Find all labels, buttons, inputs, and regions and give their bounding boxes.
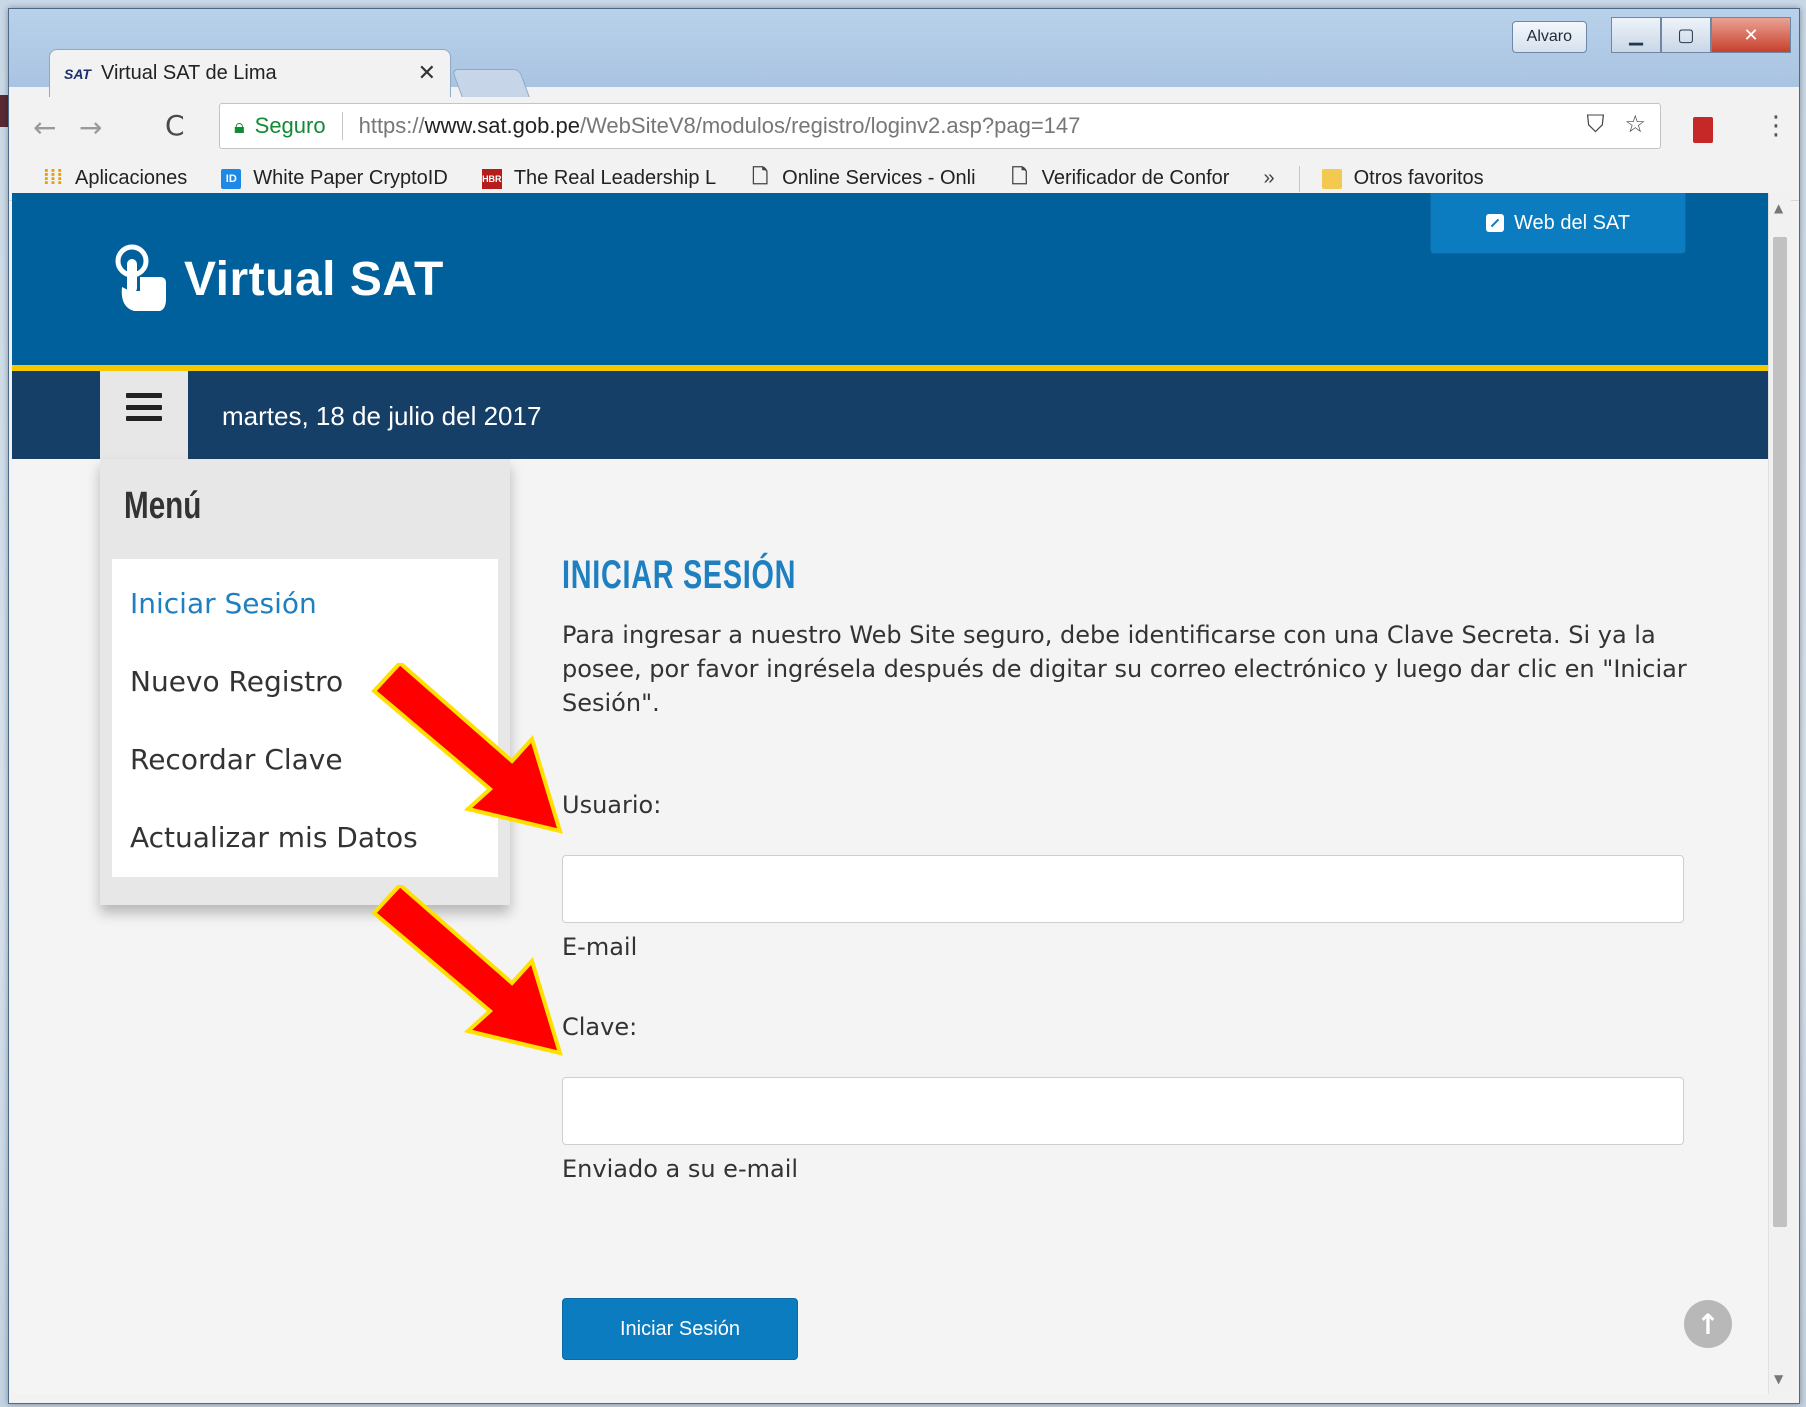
extension-icon[interactable]	[1693, 117, 1713, 143]
menu-item-recordar-clave[interactable]: Recordar Clave	[130, 743, 343, 776]
site-logo[interactable]: Virtual SAT	[112, 243, 444, 315]
browser-menu-icon[interactable]: ⋮	[1763, 111, 1789, 141]
address-separator	[341, 112, 343, 140]
url-scheme: https://	[358, 113, 425, 138]
bookmark-verificador[interactable]: 🗋︎ Verificador de Confor	[1010, 165, 1230, 190]
user-email-input[interactable]	[562, 855, 1684, 923]
close-tab-icon[interactable]: ✕	[418, 61, 436, 86]
site-title: Virtual SAT	[184, 252, 444, 306]
folder-icon	[1321, 168, 1342, 189]
bookmark-label: White Paper CryptoID	[253, 167, 448, 189]
menu-item-nuevo-registro[interactable]: Nuevo Registro	[130, 665, 343, 698]
bookmark-hbr[interactable]: HBR The Real Leadership L	[481, 167, 717, 190]
bookmark-label: Online Services - Onli	[782, 167, 976, 189]
lock-icon: 🔒︎	[234, 114, 245, 138]
password-hint: Enviado a su e-mail	[562, 1155, 799, 1183]
menu-toggle-button[interactable]	[100, 371, 188, 467]
login-submit-button[interactable]: Iniciar Sesión	[562, 1298, 798, 1360]
forward-arrow-icon[interactable]: →	[79, 111, 102, 144]
password-label: Clave:	[562, 1013, 638, 1041]
annotation-arrow-icon	[371, 663, 563, 834]
touch-hand-icon	[115, 244, 166, 311]
hamburger-icon	[126, 393, 162, 421]
title-bar: Alvaro ▁ ▢ ✕ SAT Virtual SAT de Lima ✕	[9, 9, 1799, 99]
scroll-thumb[interactable]	[1773, 237, 1787, 1227]
external-link-icon	[1486, 214, 1504, 232]
url-text: https://www.sat.gob.pe/WebSiteV8/modulos…	[359, 113, 1081, 139]
id-icon: ID	[221, 168, 242, 189]
sat-favicon-icon: SAT	[64, 65, 91, 82]
back-arrow-icon[interactable]: ←	[33, 111, 56, 144]
reload-icon[interactable]: C	[165, 109, 185, 142]
scroll-to-top-icon[interactable]: ↑	[1684, 1300, 1732, 1348]
browser-toolbar: ← → C 🔒︎ Seguro https://www.sat.gob.pe/W…	[9, 97, 1799, 157]
page-viewport: Virtual SAT Web del SAT martes, 18 de ju…	[12, 193, 1768, 1394]
bookmark-other-favorites[interactable]: Otros favoritos	[1321, 167, 1484, 190]
window-controls: ▁ ▢ ✕	[1611, 17, 1791, 53]
web-del-sat-button[interactable]: Web del SAT	[1430, 193, 1686, 254]
user-label: Usuario:	[562, 791, 662, 819]
bookmark-label: Verificador de Confor	[1041, 167, 1230, 189]
user-hint: E-mail	[562, 933, 638, 961]
profile-button[interactable]: Alvaro	[1511, 21, 1587, 53]
tab-virtual-sat[interactable]: SAT Virtual SAT de Lima ✕	[49, 49, 451, 97]
scroll-up-icon[interactable]: ▲	[1774, 201, 1783, 215]
menu-item-iniciar-sesion[interactable]: Iniciar Sesión	[130, 587, 317, 620]
bookmark-star-icon[interactable]: ☆	[1624, 110, 1646, 138]
menu-heading: Menú	[124, 485, 202, 527]
site-header: Virtual SAT Web del SAT	[12, 193, 1768, 365]
page-title: INICIAR SESIÓN	[562, 553, 797, 597]
bookmark-cryptoid[interactable]: ID White Paper CryptoID	[221, 167, 448, 190]
scroll-down-icon[interactable]: ▼	[1774, 1372, 1783, 1386]
address-bar[interactable]: 🔒︎ Seguro https://www.sat.gob.pe/WebSite…	[219, 103, 1661, 149]
url-host: www.sat.gob.pe	[424, 113, 580, 138]
login-instructions: Para ingresar a nuestro Web Site seguro,…	[562, 621, 1687, 717]
page-icon: 🗋︎	[1011, 165, 1028, 188]
apps-grid-icon: ⁞⁞⁞	[43, 167, 63, 189]
page-icon: 🗋︎	[752, 165, 769, 188]
bookmarks-overflow-button[interactable]: »	[1263, 167, 1274, 190]
secure-label: Seguro	[254, 113, 326, 138]
blocked-content-icon[interactable]: ⛉	[1586, 110, 1604, 138]
current-date: martes, 18 de julio del 2017	[222, 401, 542, 431]
bookmark-apps[interactable]: ⁞⁞⁞ Aplicaciones	[43, 167, 187, 190]
close-window-button[interactable]: ✕	[1711, 17, 1791, 53]
bookmark-label: Otros favoritos	[1353, 167, 1484, 189]
tab-title: Virtual SAT de Lima	[100, 62, 277, 84]
date-bar: martes, 18 de julio del 2017	[12, 371, 1768, 467]
bookmarks-separator	[1298, 165, 1300, 192]
annotation-arrow-icon	[371, 885, 563, 1056]
address-actions: ⛉ ☆	[1586, 110, 1646, 138]
bookmark-label: Aplicaciones	[75, 167, 188, 189]
page-scrollbar[interactable]: ▲ ▼	[1768, 193, 1791, 1394]
minimize-button[interactable]: ▁	[1611, 17, 1661, 53]
hbr-icon: HBR	[481, 168, 502, 189]
url-path: /WebSiteV8/modulos/registro/loginv2.asp?…	[579, 113, 1081, 138]
bookmark-label: The Real Leadership L	[513, 167, 717, 189]
new-tab-button[interactable]	[451, 69, 531, 99]
web-del-sat-label: Web del SAT	[1514, 211, 1630, 234]
bookmark-online-services[interactable]: 🗋︎ Online Services - Onli	[750, 165, 976, 190]
maximize-button[interactable]: ▢	[1661, 17, 1711, 53]
password-input[interactable]	[562, 1077, 1684, 1145]
